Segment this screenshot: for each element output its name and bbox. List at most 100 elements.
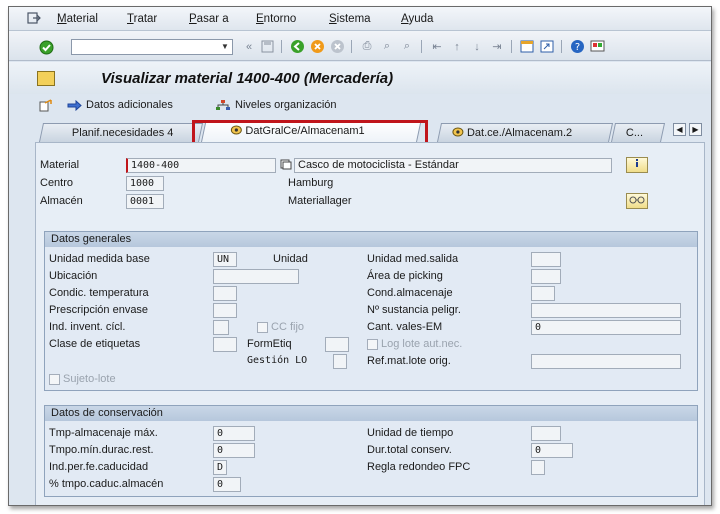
tab-more[interactable]: C...: [611, 123, 666, 142]
long-text-icon[interactable]: [280, 159, 292, 170]
issue-unit-field[interactable]: [531, 252, 561, 267]
next-page-icon[interactable]: ↓: [469, 39, 485, 54]
center-field[interactable]: 1000: [126, 176, 164, 191]
lo-mgmt-field[interactable]: [333, 354, 347, 369]
container-label: Prescripción envase: [49, 304, 149, 316]
toolbar-separator: [561, 40, 562, 53]
tab-mrp4-label: Planif.necesidades 4: [71, 127, 174, 139]
other-material-button[interactable]: [39, 99, 54, 112]
hazard-field[interactable]: [531, 303, 681, 318]
toolbar-separator: [421, 40, 422, 53]
rounding-rule-label: Regla redondeo FPC: [367, 461, 471, 473]
gr-slips-field[interactable]: 0: [531, 320, 681, 335]
print-icon[interactable]: ⎙: [359, 39, 375, 54]
label-type-field[interactable]: [213, 337, 237, 352]
store-field[interactable]: 0001: [126, 194, 164, 209]
batch-ref-label: Ref.mat.lote orig.: [367, 355, 451, 367]
back-icon[interactable]: [289, 39, 305, 54]
picking-label: Área de picking: [367, 270, 443, 282]
menu-material[interactable]: Material: [57, 13, 98, 25]
menu-exit-icon[interactable]: [27, 12, 41, 24]
command-dropdown-arrow-icon[interactable]: ▼: [218, 40, 232, 54]
max-storage-field[interactable]: 0: [213, 426, 255, 441]
cancel-icon[interactable]: [329, 39, 345, 54]
additional-data-button[interactable]: Datos adicionales: [67, 99, 173, 111]
material-label: Material: [40, 159, 80, 171]
org-levels-icon: [216, 100, 230, 110]
additional-data-label: Datos adicionales: [86, 99, 173, 111]
time-unit-field[interactable]: [531, 426, 561, 441]
new-session-icon[interactable]: [519, 39, 535, 54]
material-field[interactable]: 1400-400: [126, 158, 276, 173]
tab-plant-storage-2-label: Dat.ce./Almacenam.2: [466, 127, 573, 139]
glasses-button[interactable]: [626, 193, 648, 209]
sap-window: Material Tratar Pasar a Entorno Sistema …: [8, 6, 712, 506]
page-title: Visualizar material 1400-400 (Mercadería…: [101, 70, 394, 87]
glasses-icon: [629, 196, 645, 204]
collapse-command-icon[interactable]: «: [241, 39, 257, 54]
storage-cond-label: Cond.almacenaje: [367, 287, 453, 299]
menu-sistema[interactable]: Sistema: [329, 13, 371, 25]
tab-scroll-right-icon[interactable]: ▶: [689, 123, 702, 136]
command-field[interactable]: ▼: [71, 39, 233, 55]
batch-subject-checkbox[interactable]: [49, 374, 60, 385]
toolbar-separator: [351, 40, 352, 53]
exit-icon[interactable]: [309, 39, 325, 54]
org-levels-button[interactable]: Niveles organización: [215, 99, 337, 111]
arrow-right-icon: [67, 99, 82, 111]
picking-field[interactable]: [531, 269, 561, 284]
first-page-icon[interactable]: ⇤: [429, 39, 445, 54]
info-button[interactable]: [626, 157, 648, 173]
enter-check-icon[interactable]: [39, 40, 54, 55]
tab-more-label: C...: [625, 127, 644, 139]
menu-tratar[interactable]: Tratar: [127, 13, 157, 25]
base-unit-description: Unidad: [273, 253, 308, 265]
base-unit-field[interactable]: UN: [213, 252, 237, 267]
min-remaining-field[interactable]: 0: [213, 443, 255, 458]
menu-entorno[interactable]: Entorno: [256, 13, 296, 25]
label-type-label: Clase de etiquetas: [49, 338, 141, 350]
menu-ayuda[interactable]: Ayuda: [401, 13, 433, 25]
location-label: Ubicación: [49, 270, 98, 282]
title-bar: Visualizar material 1400-400 (Mercadería…: [9, 62, 711, 94]
container-field[interactable]: [213, 303, 237, 318]
find-next-icon[interactable]: ⌕: [399, 39, 415, 54]
gr-slips-label: Cant. vales-EM: [367, 321, 443, 333]
toolbar-separator: [511, 40, 512, 53]
shortcut-icon[interactable]: [539, 39, 555, 54]
tab-mrp4[interactable]: Planif.necesidades 4: [39, 123, 204, 142]
save-icon[interactable]: [259, 39, 275, 54]
total-shelf-label: Dur.total conserv.: [367, 444, 452, 456]
batch-auto-checkbox[interactable]: [367, 339, 378, 350]
total-shelf-field[interactable]: 0: [531, 443, 573, 458]
material-object-icon[interactable]: [37, 71, 55, 86]
tab-plant-storage-2[interactable]: Dat.ce./Almacenam.2: [437, 123, 614, 142]
location-field[interactable]: [213, 269, 299, 284]
layout-menu-icon[interactable]: [589, 39, 605, 54]
help-icon[interactable]: ?: [569, 39, 585, 54]
issue-unit-label: Unidad med.salida: [367, 253, 459, 265]
storage-cond-field[interactable]: [531, 286, 555, 301]
period-ind-field[interactable]: D: [213, 460, 227, 475]
label-form-field[interactable]: [325, 337, 349, 352]
temp-field[interactable]: [213, 286, 237, 301]
svg-text:?: ?: [574, 42, 579, 53]
general-data-title: Datos generales: [45, 232, 697, 247]
batch-ref-field[interactable]: [531, 354, 681, 369]
tab-content-panel: Material 1400-400 Casco de motociclista …: [35, 142, 705, 505]
application-toolbar: Datos adicionales Niveles organización: [9, 95, 711, 117]
general-data-group: Datos generales Unidad medida base UN Un…: [44, 231, 698, 391]
cycle-count-field[interactable]: [213, 320, 229, 335]
menu-pasar-a[interactable]: Pasar a: [189, 13, 229, 25]
rounding-rule-field[interactable]: [531, 460, 545, 475]
find-icon[interactable]: ⌕: [379, 39, 395, 54]
tab-scroll-left-icon[interactable]: ◀: [673, 123, 686, 136]
cc-fixed-label: CC fijo: [271, 321, 305, 333]
cc-fixed-checkbox[interactable]: [257, 322, 268, 333]
center-description: Hamburg: [288, 177, 334, 189]
previous-page-icon[interactable]: ↑: [449, 39, 465, 54]
cycle-count-label: Ind. invent. cícl.: [49, 321, 126, 333]
storage-pct-field[interactable]: 0: [213, 477, 241, 492]
last-page-icon[interactable]: ⇥: [489, 39, 505, 54]
period-ind-label: Ind.per.fe.caducidad: [49, 461, 149, 473]
